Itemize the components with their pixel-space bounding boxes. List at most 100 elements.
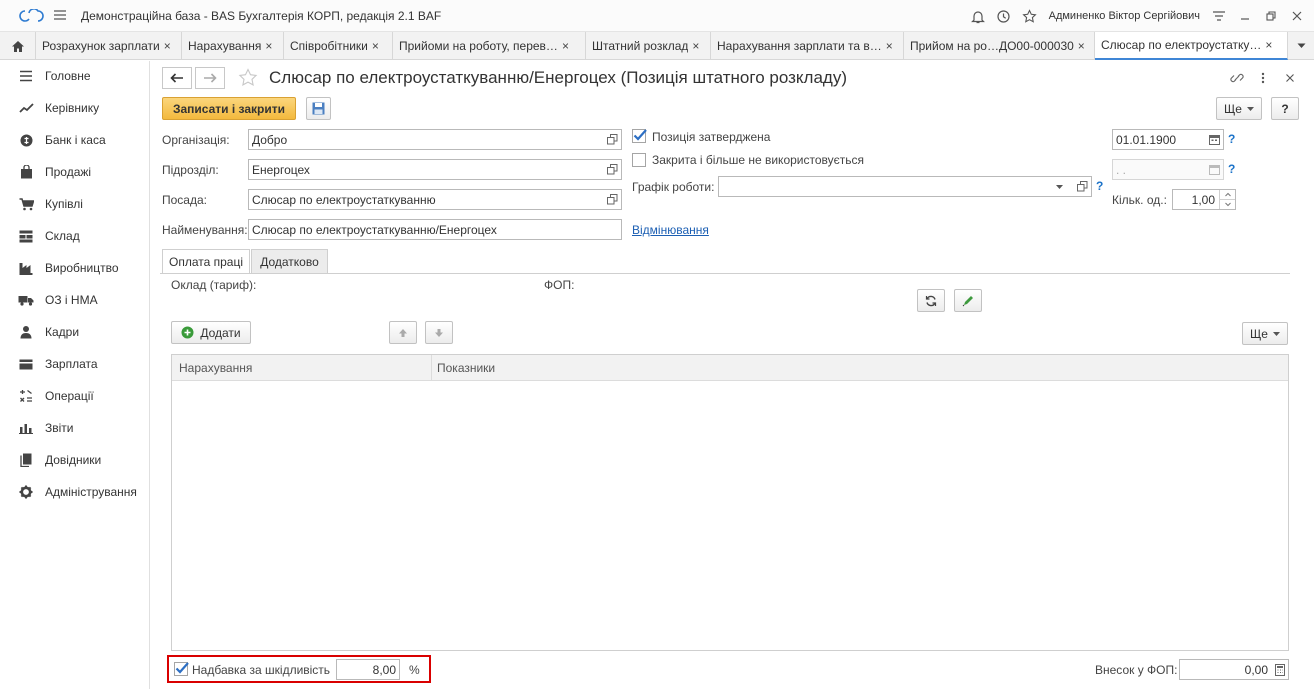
closed-checkbox[interactable] <box>632 153 646 167</box>
tab-close-icon[interactable]: × <box>1265 38 1272 52</box>
sidebar-item-manager[interactable]: Керівнику <box>0 93 150 123</box>
declension-link[interactable]: Відмінювання <box>632 223 709 237</box>
schedule-field[interactable] <box>718 176 1092 197</box>
closed-date-help-icon[interactable]: ? <box>1228 162 1235 176</box>
favorite-star-icon[interactable] <box>238 68 258 88</box>
sidebar-item-administration[interactable]: Адміністрування <box>0 477 150 507</box>
favorites-star-icon[interactable] <box>1017 0 1043 32</box>
cart-icon <box>16 197 36 211</box>
factory-icon <box>16 262 36 275</box>
app-logo-icon[interactable] <box>18 9 44 23</box>
approved-date-help-icon[interactable]: ? <box>1228 132 1235 146</box>
approved-date-field[interactable]: 01.01.1900 <box>1112 129 1224 150</box>
open-icon[interactable] <box>607 164 618 175</box>
sections-sidebar: Головне Керівнику Банк і каса Продажі Ку… <box>0 61 150 689</box>
sidebar-item-salary[interactable]: Зарплата <box>0 349 150 379</box>
calculator-icon[interactable] <box>1275 664 1285 676</box>
move-up-button[interactable] <box>389 321 417 344</box>
tab-close-icon[interactable]: × <box>372 39 379 53</box>
sidebar-item-reports[interactable]: Звіти <box>0 413 150 443</box>
tab-payroll[interactable]: Оплата праці <box>162 249 250 274</box>
link-icon[interactable] <box>1228 69 1246 87</box>
more-actions-icon[interactable] <box>1254 69 1272 87</box>
bell-icon[interactable] <box>965 0 991 32</box>
sidebar-item-production[interactable]: Виробництво <box>0 253 150 283</box>
save-and-close-button[interactable]: Записати і закрити <box>162 97 296 120</box>
tab-close-icon[interactable]: × <box>1078 39 1085 53</box>
add-button[interactable]: Додати <box>171 321 251 344</box>
close-window-icon[interactable] <box>1284 0 1310 32</box>
tab-close-icon[interactable]: × <box>164 39 171 53</box>
forward-button[interactable] <box>195 67 225 89</box>
sidebar-item-sales[interactable]: Продажі <box>0 157 150 187</box>
move-down-button[interactable] <box>425 321 453 344</box>
column-header-indicators[interactable]: Показники <box>437 361 495 375</box>
schedule-help-icon[interactable]: ? <box>1096 179 1103 193</box>
main-menu-icon[interactable] <box>53 9 67 21</box>
column-header-accrual[interactable]: Нарахування <box>179 361 252 375</box>
sidebar-item-warehouse[interactable]: Склад <box>0 221 150 251</box>
tab-staff-position[interactable]: Слюсар по електроустатку… × <box>1095 32 1288 60</box>
units-field[interactable]: 1,00 <box>1172 189 1236 210</box>
history-icon[interactable] <box>991 0 1017 32</box>
department-field[interactable]: Енергоцех <box>248 159 622 180</box>
fop-contribution-field[interactable]: 0,00 <box>1179 659 1289 680</box>
tab-staff-schedule[interactable]: Штатний розклад × <box>586 32 711 60</box>
dropdown-icon[interactable] <box>1051 180 1067 193</box>
close-form-icon[interactable] <box>1281 69 1299 87</box>
tab-hiring[interactable]: Прийоми на роботу, перев… × <box>393 32 586 60</box>
table-header: Нарахування Показники <box>172 355 1288 381</box>
operations-icon <box>16 389 36 403</box>
organization-field[interactable]: Добро <box>248 129 622 150</box>
sidebar-item-fixed-assets[interactable]: ОЗ і НМА <box>0 285 150 315</box>
more-button[interactable]: Ще <box>1216 97 1262 120</box>
save-button[interactable] <box>306 97 331 120</box>
settings-menu-icon[interactable] <box>1206 0 1232 32</box>
minimize-icon[interactable] <box>1232 0 1258 32</box>
tab-hiring-document[interactable]: Прийом на ро…ДО00-000030 × <box>904 32 1095 60</box>
units-label: Кільк. од.: <box>1112 193 1167 207</box>
tab-salary-calculation[interactable]: Розрахунок зарплати × <box>36 32 182 60</box>
open-icon[interactable] <box>1077 181 1088 192</box>
tab-close-icon[interactable]: × <box>265 39 272 53</box>
department-label: Підрозділ: <box>162 163 219 177</box>
harm-allowance-checkbox[interactable] <box>174 662 189 676</box>
calendar-icon[interactable] <box>1209 134 1220 145</box>
sidebar-item-hr[interactable]: Кадри <box>0 317 150 347</box>
refresh-button[interactable] <box>917 289 945 312</box>
edit-button[interactable] <box>954 289 982 312</box>
sidebar-item-bank[interactable]: Банк і каса <box>0 125 150 155</box>
open-icon[interactable] <box>607 194 618 205</box>
approved-checkbox[interactable] <box>632 129 647 143</box>
tabs-dropdown-icon[interactable] <box>1288 32 1314 60</box>
open-icon[interactable] <box>607 134 618 145</box>
salary-label: Оклад (тариф): <box>171 278 257 292</box>
restore-icon[interactable] <box>1258 0 1284 32</box>
tab-accruals[interactable]: Нарахування × <box>182 32 284 60</box>
gear-icon <box>16 485 36 499</box>
open-tabs-bar: Розрахунок зарплати × Нарахування × Співро… <box>0 32 1314 60</box>
more-table-button[interactable]: Ще <box>1242 322 1288 345</box>
accruals-table[interactable]: Нарахування Показники <box>171 354 1289 651</box>
name-field[interactable]: Слюсар по електроустаткуванню/Енергоцех <box>248 219 622 240</box>
position-field[interactable]: Слюсар по електроустаткуванню <box>248 189 622 210</box>
tab-employees[interactable]: Співробітники × <box>284 32 393 60</box>
sidebar-item-purchases[interactable]: Купівлі <box>0 189 150 219</box>
harm-allowance-field[interactable]: 8,00 <box>336 659 400 680</box>
tab-close-icon[interactable]: × <box>562 39 569 53</box>
tab-additional[interactable]: Додатково <box>251 249 328 273</box>
home-icon[interactable] <box>0 32 36 60</box>
sidebar-item-main[interactable]: Головне <box>0 61 150 91</box>
tab-close-icon[interactable]: × <box>886 39 893 53</box>
sidebar-item-operations[interactable]: Операції <box>0 381 150 411</box>
tab-close-icon[interactable]: × <box>692 39 699 53</box>
back-button[interactable] <box>162 67 192 89</box>
tab-salary-accrual[interactable]: Нарахування зарплати та в… × <box>711 32 904 60</box>
organization-label: Організація: <box>162 133 230 147</box>
books-icon <box>16 453 36 467</box>
bank-icon <box>16 134 36 147</box>
user-name[interactable]: Админенко Віктор Сергійович <box>1049 10 1200 22</box>
help-button[interactable]: ? <box>1271 97 1299 120</box>
units-stepper[interactable] <box>1219 190 1235 209</box>
sidebar-item-catalogs[interactable]: Довідники <box>0 445 150 475</box>
